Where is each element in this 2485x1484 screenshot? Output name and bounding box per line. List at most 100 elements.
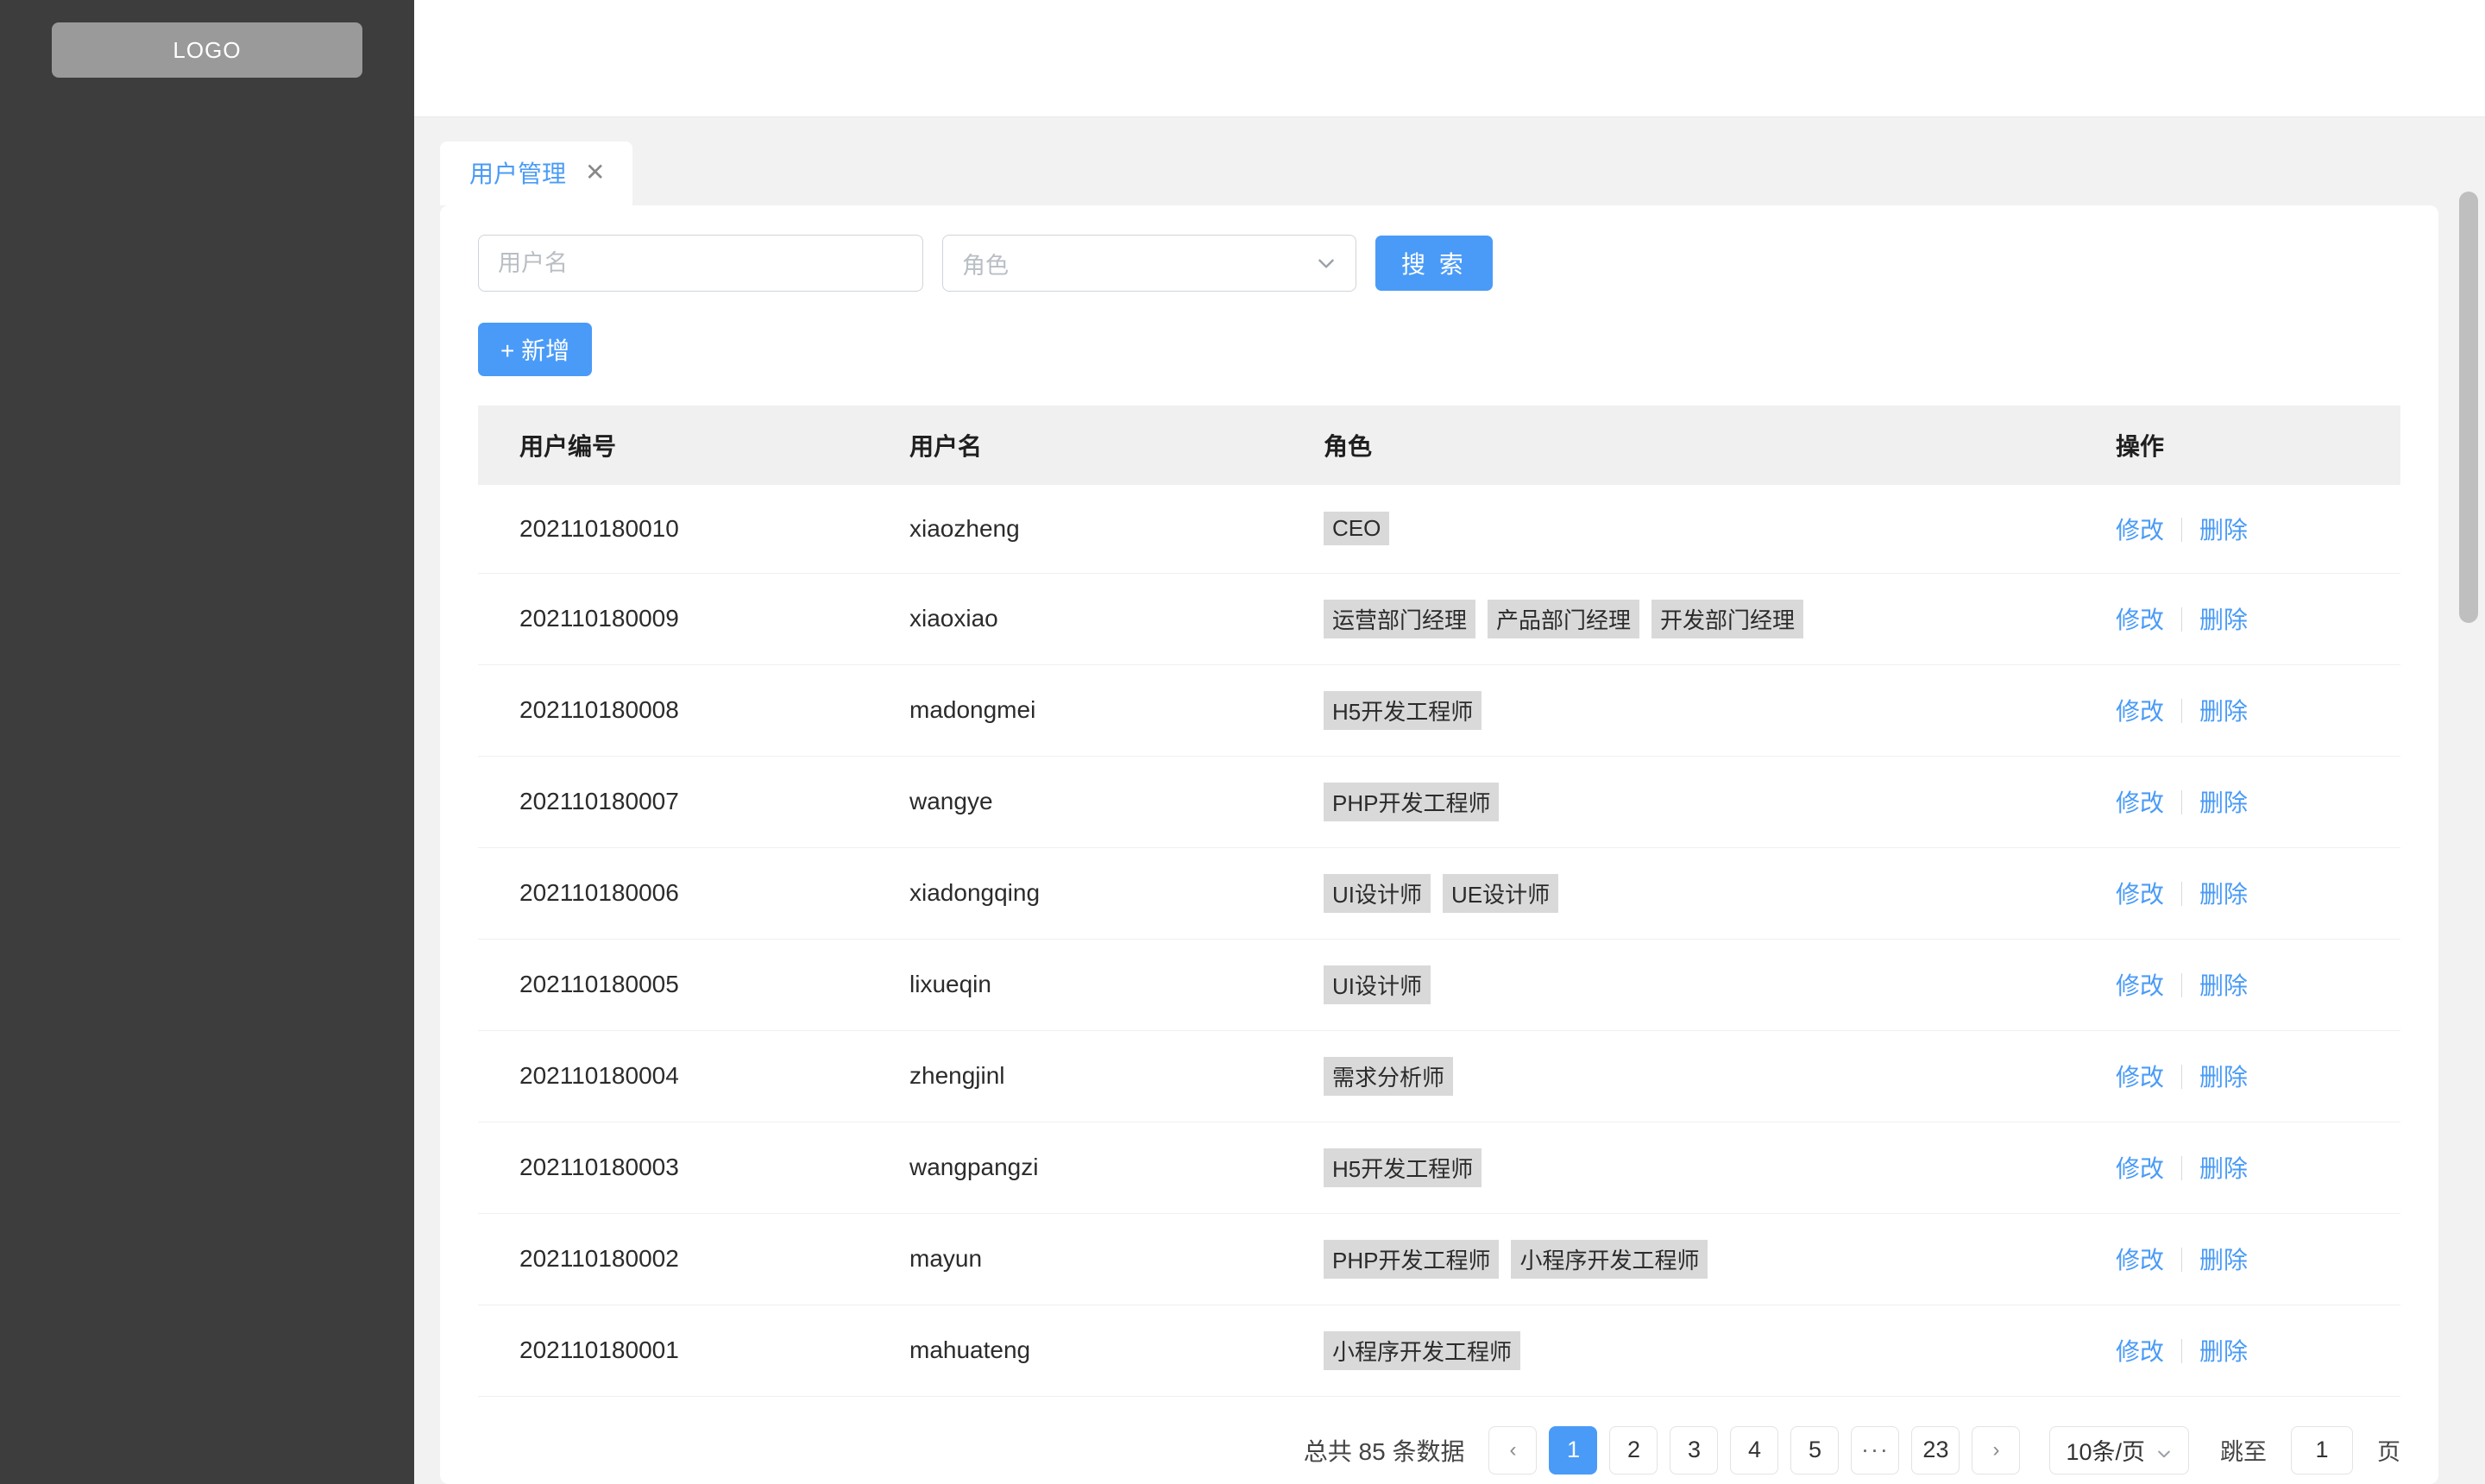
- delete-link[interactable]: 删除: [2199, 789, 2248, 816]
- page-button-2[interactable]: 2: [1609, 1425, 1658, 1475]
- edit-link[interactable]: 修改: [2116, 789, 2164, 816]
- column-header-username: 用户名: [909, 406, 1324, 485]
- action-separator: [2181, 1156, 2183, 1180]
- role-tag: 运营部门经理: [1324, 599, 1476, 638]
- page-button-1[interactable]: 1: [1549, 1425, 1598, 1475]
- delete-link[interactable]: 删除: [2199, 881, 2248, 908]
- edit-link[interactable]: 修改: [2116, 607, 2164, 633]
- table-row: 202110180003 wangpangzi H5开发工程师 修改 删除: [478, 1122, 2400, 1214]
- cell-username: wangpangzi: [909, 1122, 1324, 1214]
- role-tag: PHP开发工程师: [1324, 1239, 1500, 1279]
- column-header-actions: 操作: [2116, 406, 2400, 485]
- content-card: 角色 搜 索 + 新增 用户编号: [440, 205, 2438, 1484]
- table-row: 202110180002 mayun PHP开发工程师 小程序开发工程师 修改 删除: [478, 1213, 2400, 1305]
- delete-link[interactable]: 删除: [2199, 1155, 2248, 1182]
- pagination: 总共 85 条数据 ‹ 1 2 3 4 5 ··· 23 › 10条/页 跳至 …: [478, 1397, 2400, 1484]
- close-icon[interactable]: ✕: [585, 160, 605, 185]
- scrollbar-thumb[interactable]: [2459, 192, 2478, 623]
- edit-link[interactable]: 修改: [2116, 1155, 2164, 1182]
- edit-link[interactable]: 修改: [2116, 1247, 2164, 1273]
- page-ellipsis[interactable]: ···: [1851, 1425, 1900, 1475]
- table-row: 202110180009 xiaoxiao 运营部门经理 产品部门经理 开发部门经理 修改…: [478, 573, 2400, 665]
- cell-username: xiadongqing: [909, 847, 1324, 940]
- table-row: 202110180010 xiaozheng CEO 修改 删除: [478, 485, 2400, 574]
- delete-link[interactable]: 删除: [2199, 1338, 2248, 1365]
- page-button-3[interactable]: 3: [1670, 1425, 1719, 1475]
- chevron-right-icon[interactable]: ›: [1972, 1425, 2021, 1475]
- delete-link[interactable]: 删除: [2199, 607, 2248, 633]
- edit-link[interactable]: 修改: [2116, 517, 2164, 544]
- cell-roles: PHP开发工程师 小程序开发工程师: [1324, 1213, 2116, 1305]
- edit-link[interactable]: 修改: [2116, 698, 2164, 725]
- cell-user-id: 202110180009: [478, 573, 909, 665]
- action-separator: [2181, 1339, 2183, 1363]
- cell-actions: 修改 删除: [2116, 1030, 2400, 1122]
- search-form: 角色 搜 索: [478, 235, 2400, 292]
- table-head: 用户编号 用户名 角色 操作: [478, 406, 2400, 485]
- search-button[interactable]: 搜 索: [1375, 236, 1493, 291]
- username-search-input[interactable]: [478, 235, 923, 292]
- logo[interactable]: LOGO: [52, 22, 362, 78]
- jump-to-label: 跳至: [2220, 1439, 2267, 1465]
- cell-user-id: 202110180010: [478, 485, 909, 574]
- cell-roles: H5开发工程师: [1324, 664, 2116, 757]
- add-user-button[interactable]: + 新增: [478, 323, 593, 376]
- page-size-select[interactable]: 10条/页: [2049, 1425, 2189, 1475]
- action-separator: [2181, 1248, 2183, 1272]
- tab-bar: 用户管理 ✕: [414, 117, 2485, 205]
- tab-label: 用户管理: [469, 160, 567, 187]
- delete-link[interactable]: 删除: [2199, 698, 2248, 725]
- cell-roles: UI设计师 UE设计师: [1324, 847, 2116, 940]
- role-tag: 小程序开发工程师: [1511, 1239, 1708, 1279]
- action-separator: [2181, 699, 2183, 723]
- cell-actions: 修改 删除: [2116, 485, 2400, 574]
- cell-roles: H5开发工程师: [1324, 1122, 2116, 1214]
- edit-link[interactable]: 修改: [2116, 881, 2164, 908]
- tab-user-management[interactable]: 用户管理 ✕: [440, 141, 633, 205]
- cell-actions: 修改 删除: [2116, 1213, 2400, 1305]
- action-separator: [2181, 607, 2183, 632]
- edit-link[interactable]: 修改: [2116, 972, 2164, 999]
- user-table: 用户编号 用户名 角色 操作 202110180010 xiaozheng CEO 修…: [478, 406, 2400, 1397]
- cell-username: lixueqin: [909, 939, 1324, 1031]
- cell-user-id: 202110180006: [478, 847, 909, 940]
- cell-roles: CEO: [1324, 485, 2116, 574]
- cell-username: mahuateng: [909, 1305, 1324, 1397]
- top-header-bar: [414, 0, 2485, 117]
- total-count-label: 总共 85 条数据: [1303, 1437, 1465, 1465]
- delete-link[interactable]: 删除: [2199, 1064, 2248, 1091]
- table-row: 202110180006 xiadongqing UI设计师 UE设计师 修改 删除: [478, 847, 2400, 940]
- role-tag: UI设计师: [1324, 873, 1431, 913]
- page-button-last[interactable]: 23: [1911, 1425, 1960, 1475]
- cell-actions: 修改 删除: [2116, 573, 2400, 665]
- page-button-4[interactable]: 4: [1730, 1425, 1779, 1475]
- edit-link[interactable]: 修改: [2116, 1064, 2164, 1091]
- edit-link[interactable]: 修改: [2116, 1338, 2164, 1365]
- delete-link[interactable]: 删除: [2199, 1247, 2248, 1273]
- action-separator: [2181, 973, 2183, 997]
- role-tag: H5开发工程师: [1324, 690, 1482, 730]
- cell-user-id: 202110180008: [478, 664, 909, 757]
- table-row: 202110180007 wangye PHP开发工程师 修改 删除: [478, 756, 2400, 848]
- chevron-down-icon: [2155, 1442, 2173, 1459]
- action-separator: [2181, 790, 2183, 814]
- cell-user-id: 202110180001: [478, 1305, 909, 1397]
- cell-username: mayun: [909, 1213, 1324, 1305]
- chevron-left-icon[interactable]: ‹: [1488, 1425, 1538, 1475]
- role-select[interactable]: 角色: [942, 235, 1356, 292]
- page-button-5[interactable]: 5: [1790, 1425, 1840, 1475]
- cell-user-id: 202110180004: [478, 1030, 909, 1122]
- cell-actions: 修改 删除: [2116, 1122, 2400, 1214]
- cell-actions: 修改 删除: [2116, 756, 2400, 848]
- jump-page-input[interactable]: [2291, 1425, 2353, 1475]
- cell-username: xiaoxiao: [909, 573, 1324, 665]
- cell-roles: 需求分析师: [1324, 1030, 2116, 1122]
- jump-unit-label: 页: [2377, 1439, 2400, 1465]
- cell-actions: 修改 删除: [2116, 1305, 2400, 1397]
- role-tag: PHP开发工程师: [1324, 782, 1500, 821]
- delete-link[interactable]: 删除: [2199, 972, 2248, 999]
- column-header-user-id: 用户编号: [478, 406, 909, 485]
- cell-roles: UI设计师: [1324, 939, 2116, 1031]
- cell-user-id: 202110180007: [478, 756, 909, 848]
- delete-link[interactable]: 删除: [2199, 517, 2248, 544]
